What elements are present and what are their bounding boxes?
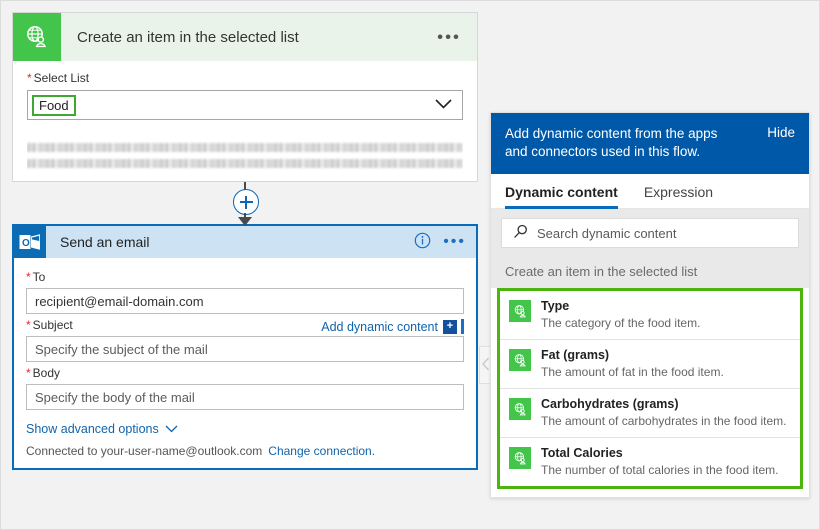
change-connection-link[interactable]: Change connection. [268,444,375,458]
add-dynamic-content-link[interactable]: Add dynamic content + [321,319,464,334]
list-item-name: Type [541,299,700,314]
flow-connector [12,182,478,224]
action-title: Send an email [60,234,150,250]
flow-designer-canvas: Create an item in the selected list ••• … [0,0,820,530]
to-field-label: *To [26,270,464,284]
list-item-description: The number of total calories in the food… [541,463,778,478]
tab-expression[interactable]: Expression [644,184,713,208]
list-item-description: The amount of fat in the food item. [541,365,724,380]
subject-field-label: *Subject [26,318,73,332]
add-dynamic-content-label: Add dynamic content [321,320,438,334]
selected-list-value[interactable]: Food [32,95,76,116]
redacted-field-row [27,129,463,155]
outlook-card-actions: ••• [414,232,466,252]
redacted-field-row [27,155,463,181]
list-item-text: Total Calories The number of total calor… [541,446,778,478]
outlook-icon: O [14,226,46,258]
sharepoint-globe-person-icon [509,447,531,469]
svg-text:O: O [22,238,30,249]
list-item-text: Carbohydrates (grams) The amount of carb… [541,397,786,429]
connection-status: Connected to your-user-name@outlook.com C… [26,444,464,458]
search-icon [513,224,528,242]
chevron-down-icon[interactable] [435,98,452,113]
required-marker: * [27,71,32,85]
list-item[interactable]: Type The category of the food item. [500,291,800,340]
search-area: Search dynamic content [491,209,809,257]
chevron-left-icon [482,357,490,374]
list-item[interactable]: Fat (grams) The amount of fat in the foo… [500,340,800,389]
hide-panel-button[interactable]: Hide [767,125,795,140]
sharepoint-globe-person-icon [509,398,531,420]
required-marker: * [26,270,31,284]
dynamic-content-panel: Add dynamic content from the apps and co… [490,112,810,498]
add-dynamic-content-caret [461,319,464,334]
show-advanced-options-label: Show advanced options [26,422,159,436]
subject-label-row: *Subject Add dynamic content + [26,314,464,336]
dynamic-content-panel-header: Add dynamic content from the apps and co… [491,113,809,174]
show-advanced-options-link[interactable]: Show advanced options [26,422,464,436]
chevron-down-icon [165,422,178,436]
plus-circle-icon[interactable] [233,189,259,215]
list-item-text: Type The category of the food item. [541,299,700,331]
list-item-name: Total Calories [541,446,778,461]
panel-tabs: Dynamic content Expression [491,174,809,209]
dynamic-content-group-label: Create an item in the selected list [491,257,809,288]
sharepoint-globe-person-icon [509,300,531,322]
action-card-header[interactable]: Create an item in the selected list ••• [13,13,477,61]
outlook-card-header[interactable]: O Send an email ••• [14,226,476,258]
info-icon[interactable] [414,232,431,252]
select-list-dropdown[interactable]: Food [27,90,463,120]
search-placeholder: Search dynamic content [537,226,676,241]
select-list-label: *Select List [27,71,463,85]
list-item[interactable]: Carbohydrates (grams) The amount of carb… [500,389,800,438]
list-item[interactable]: Total Calories The number of total calor… [500,438,800,486]
required-marker: * [26,366,31,380]
arrow-down-icon [238,217,252,226]
add-dynamic-content-plus-icon[interactable]: + [443,320,457,334]
sharepoint-globe-person-icon [509,349,531,371]
dynamic-content-list-container: Type The category of the food item. [491,288,809,497]
tab-dynamic-content[interactable]: Dynamic content [505,184,618,208]
search-dynamic-content-input[interactable]: Search dynamic content [501,218,799,248]
subject-field-input[interactable]: Specify the subject of the mail [26,336,464,362]
action-card-sharepoint[interactable]: Create an item in the selected list ••• … [12,12,478,182]
list-item-description: The category of the food item. [541,316,700,331]
body-field-input[interactable]: Specify the body of the mail [26,384,464,410]
list-item-name: Carbohydrates (grams) [541,397,786,412]
action-more-button[interactable]: ••• [443,234,466,250]
redacted-fields-region [27,129,463,181]
list-item-text: Fat (grams) The amount of fat in the foo… [541,348,724,380]
action-card-outlook[interactable]: O Send an email ••• [12,224,478,470]
action-card-body: *Select List Food [13,61,477,181]
dynamic-content-list: Type The category of the food item. [497,288,803,489]
to-field-input[interactable]: recipient@email-domain.com [26,288,464,314]
panel-header-text: Add dynamic content from the apps and co… [505,125,720,161]
body-field-label: *Body [26,366,464,380]
flow-column: Create an item in the selected list ••• … [12,12,478,470]
action-more-button[interactable]: ••• [437,29,461,46]
action-title: Create an item in the selected list [77,29,299,46]
list-item-description: The amount of carbohydrates in the food … [541,414,786,429]
outlook-card-body: *To recipient@email-domain.com *Subject … [14,258,476,468]
connected-to-text: Connected to your-user-name@outlook.com [26,444,262,458]
sharepoint-globe-person-icon [13,13,61,61]
list-item-name: Fat (grams) [541,348,724,363]
required-marker: * [26,318,31,332]
